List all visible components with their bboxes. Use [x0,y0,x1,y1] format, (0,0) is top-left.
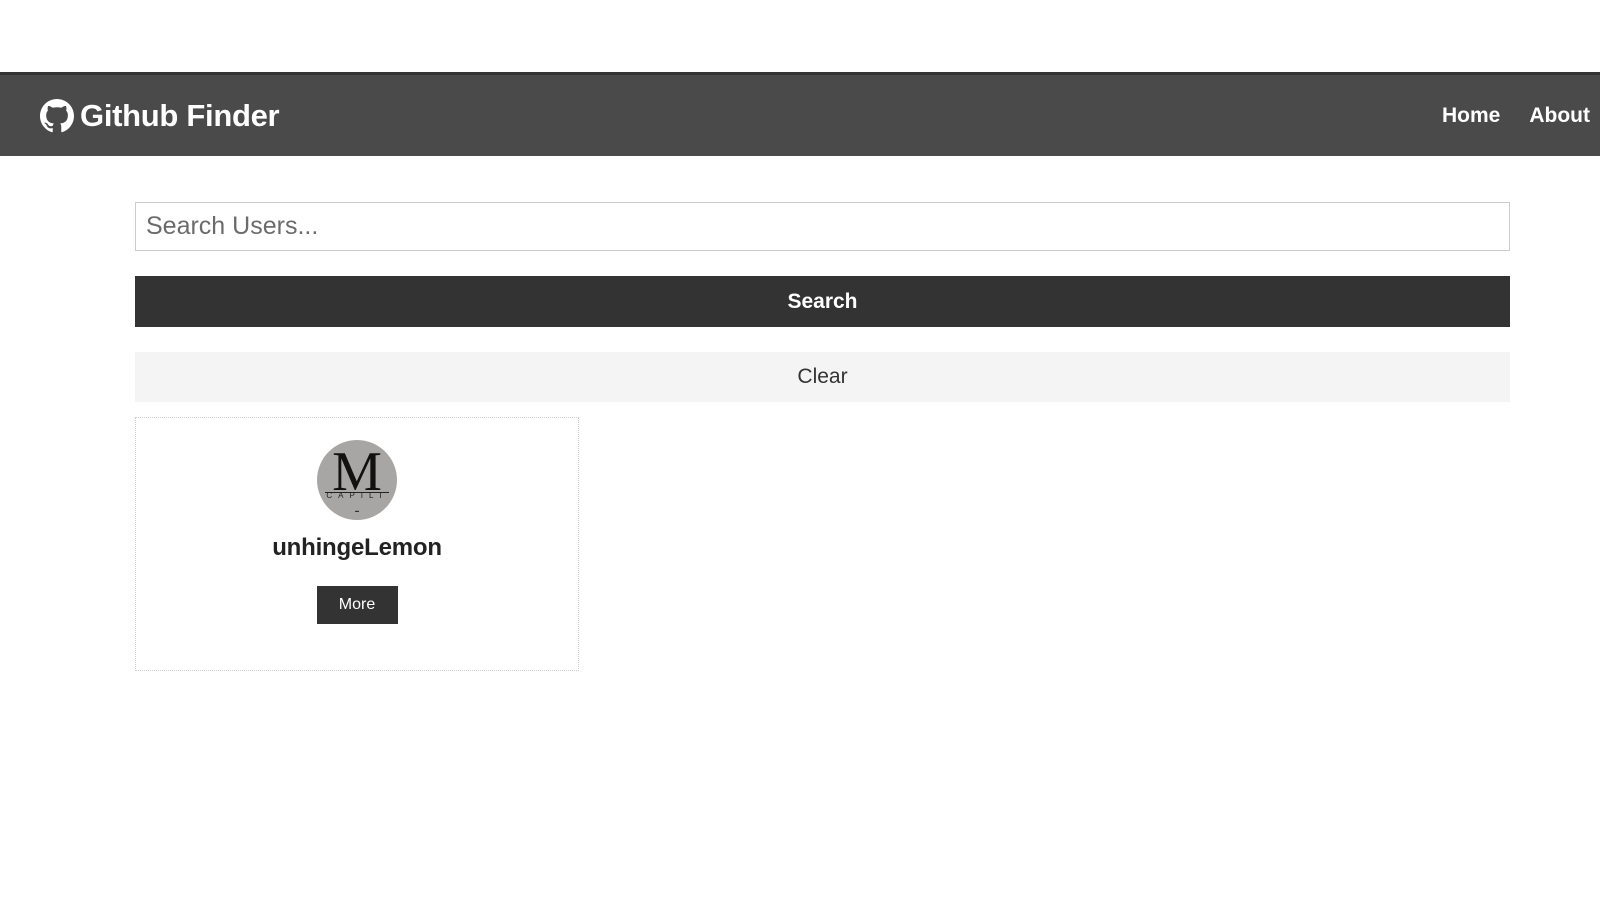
search-form: Search [135,202,1510,327]
navbar: Github Finder Home About [0,72,1600,156]
search-button[interactable]: Search [135,276,1510,327]
avatar: M CAPILI ▬ [317,440,397,520]
main-container: Search Clear M CAPILI ▬ unhingeLemon Mor… [135,202,1510,671]
avatar-subtext: CAPILI [326,491,388,500]
github-icon [40,98,74,132]
brand[interactable]: Github Finder [40,75,280,156]
brand-title: Github Finder [80,97,280,133]
search-input[interactable] [135,202,1510,251]
user-card: M CAPILI ▬ unhingeLemon More [135,417,579,671]
avatar-tiny-mark: ▬ [355,508,359,513]
nav-link-about[interactable]: About [1529,104,1590,128]
more-button[interactable]: More [316,586,398,624]
page-top-spacer [0,0,1600,72]
users-grid: M CAPILI ▬ unhingeLemon More [135,417,1510,671]
clear-button[interactable]: Clear [135,352,1510,402]
nav-links: Home About [1413,75,1590,156]
user-name: unhingeLemon [272,534,442,561]
nav-link-home[interactable]: Home [1442,104,1500,128]
